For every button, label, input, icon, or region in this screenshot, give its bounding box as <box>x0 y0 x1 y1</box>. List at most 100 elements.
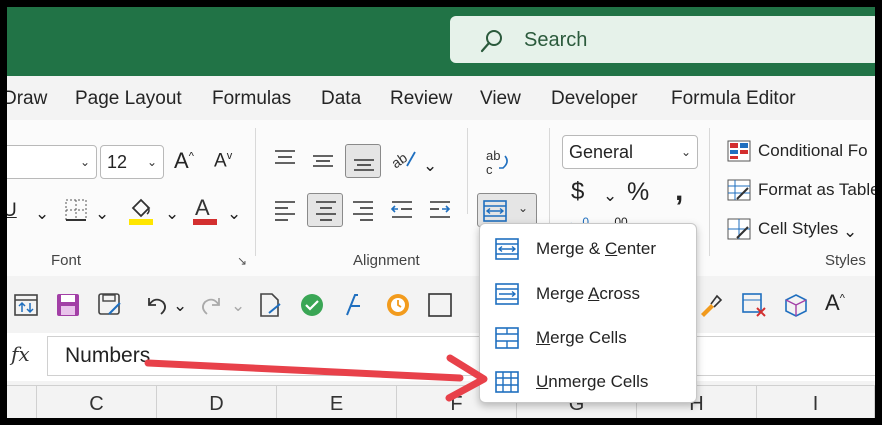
formula-input[interactable]: Numbers <box>47 336 875 376</box>
chevron-down-icon[interactable]: ⌄ <box>35 204 49 224</box>
underline-icon[interactable]: U <box>7 200 17 222</box>
menu-item-merge-across[interactable]: Merge Across <box>480 272 696 316</box>
search-box[interactable]: Search <box>450 16 875 63</box>
search-label: Search <box>524 29 588 51</box>
font-color-icon[interactable]: A <box>191 194 219 226</box>
excel-window: Search Draw Page Layout Formulas Data Re… <box>7 7 875 418</box>
svg-text:A: A <box>195 195 210 220</box>
align-right-icon[interactable] <box>350 198 376 222</box>
tab-draw[interactable]: Draw <box>7 88 47 110</box>
chevron-down-icon[interactable]: ⌄ <box>231 296 245 316</box>
column-header-e[interactable]: E <box>277 386 397 418</box>
unmerge-cells-icon <box>495 371 519 393</box>
search-icon <box>480 30 502 53</box>
borders-icon[interactable] <box>63 197 89 223</box>
currency-format-icon[interactable]: $ <box>571 178 584 206</box>
font-style-icon[interactable] <box>341 292 367 318</box>
merge-cells-icon <box>495 327 519 349</box>
conditional-formatting-button[interactable]: Conditional Fo <box>758 141 868 161</box>
format-as-table-icon[interactable] <box>727 179 751 201</box>
tab-developer[interactable]: Developer <box>551 88 638 110</box>
orientation-icon[interactable]: ab <box>389 144 419 174</box>
group-separator <box>709 128 710 256</box>
chevron-down-icon[interactable]: ⌄ <box>165 204 179 224</box>
font-size-dropdown[interactable]: 12 ⌄ <box>100 145 164 179</box>
function-icon[interactable]: fx <box>11 342 45 372</box>
menu-item-merge-center[interactable]: Merge & Center <box>480 227 696 271</box>
styles-group-label: Styles <box>825 252 866 269</box>
percent-style-icon[interactable]: % <box>627 178 649 207</box>
cell-styles-button[interactable]: Cell Styles <box>758 219 838 239</box>
wrap-text-icon[interactable]: ab c <box>483 146 513 180</box>
column-headers: C D E F G H I <box>7 385 875 418</box>
middle-align-icon[interactable] <box>310 150 336 172</box>
chevron-down-icon[interactable]: ⌄ <box>173 296 187 316</box>
tab-page-layout[interactable]: Page Layout <box>75 88 182 110</box>
menu-item-label: Unmerge Cells <box>536 372 649 391</box>
group-separator <box>255 128 256 256</box>
save-as-icon[interactable] <box>97 292 123 318</box>
column-header-c[interactable]: C <box>37 386 157 418</box>
chevron-down-icon: ⌄ <box>518 201 529 215</box>
top-align-icon[interactable] <box>272 148 298 170</box>
chevron-down-icon: ⌄ <box>79 155 90 169</box>
number-format-dropdown[interactable]: General ⌄ <box>562 135 698 169</box>
column-header-d[interactable]: D <box>157 386 277 418</box>
save-icon[interactable] <box>55 292 81 318</box>
merge-dropdown-menu: Merge & Center Merge Across Merge Cells <box>479 223 697 403</box>
align-center-button[interactable] <box>307 193 343 227</box>
clear-formats-icon[interactable] <box>741 292 767 318</box>
quick-access-toolbar: ⌄ ⌄ A^ <box>7 276 875 334</box>
tab-formula-editor[interactable]: Formula Editor <box>671 88 796 110</box>
timer-icon[interactable] <box>385 292 411 318</box>
column-header-i[interactable]: I <box>757 386 875 418</box>
alignment-group-label: Alignment <box>353 252 420 269</box>
conditional-formatting-icon[interactable] <box>727 140 751 162</box>
new-document-icon[interactable] <box>257 292 283 318</box>
increase-font-size-icon[interactable]: A^ <box>174 148 194 174</box>
bottom-align-button[interactable] <box>345 144 381 178</box>
chevron-down-icon[interactable]: ⌄ <box>843 222 857 242</box>
increase-font-size-icon[interactable]: A^ <box>825 290 845 316</box>
undo-icon[interactable] <box>143 292 169 318</box>
chevron-down-icon[interactable]: ⌄ <box>227 204 241 224</box>
merge-center-icon <box>495 238 519 260</box>
redo-icon[interactable] <box>199 292 225 318</box>
dialog-launcher-icon[interactable]: ↘ <box>237 254 247 268</box>
fill-color-icon[interactable] <box>127 194 155 226</box>
tab-view[interactable]: View <box>480 88 521 110</box>
menu-item-merge-cells[interactable]: Merge Cells <box>480 316 696 360</box>
chevron-down-icon[interactable]: ⌄ <box>423 156 437 176</box>
chevron-down-icon[interactable]: ⌄ <box>603 186 617 206</box>
decrease-font-size-icon[interactable]: Av <box>214 150 232 172</box>
menu-item-unmerge-cells[interactable]: Unmerge Cells <box>480 360 696 404</box>
tab-data[interactable]: Data <box>321 88 361 110</box>
merge-across-icon <box>495 283 519 305</box>
font-name-dropdown[interactable]: ⌄ <box>7 145 97 179</box>
align-center-icon <box>316 201 336 221</box>
merge-center-split-button[interactable]: ⌄ <box>477 193 537 227</box>
check-icon[interactable] <box>299 292 325 318</box>
menu-item-label: Merge Cells <box>536 328 627 347</box>
format-as-table-button[interactable]: Format as Table <box>758 180 875 200</box>
tab-formulas[interactable]: Formulas <box>212 88 291 110</box>
font-group-label: Font <box>51 252 82 269</box>
decrease-indent-icon[interactable] <box>389 198 415 222</box>
import-data-icon[interactable] <box>13 292 39 318</box>
number-format-value: General <box>569 142 634 162</box>
cell-styles-icon[interactable] <box>727 218 751 240</box>
svg-text:ab: ab <box>389 149 410 171</box>
menu-item-label: Merge & Center <box>536 239 657 258</box>
ribbon-tabs: Draw Page Layout Formulas Data Review Vi… <box>7 76 875 120</box>
rectangle-shape-icon[interactable] <box>427 292 453 318</box>
align-left-icon[interactable] <box>272 198 298 222</box>
font-size-value: 12 <box>107 152 128 172</box>
column-header[interactable] <box>7 386 37 418</box>
3d-model-icon[interactable] <box>783 292 809 318</box>
tab-review[interactable]: Review <box>390 88 452 110</box>
chevron-down-icon[interactable]: ⌄ <box>95 204 109 224</box>
increase-indent-icon[interactable] <box>427 198 453 222</box>
formula-value: Numbers <box>65 344 151 367</box>
comma-style-icon[interactable]: , <box>675 174 683 208</box>
format-painter-icon[interactable] <box>697 292 723 318</box>
